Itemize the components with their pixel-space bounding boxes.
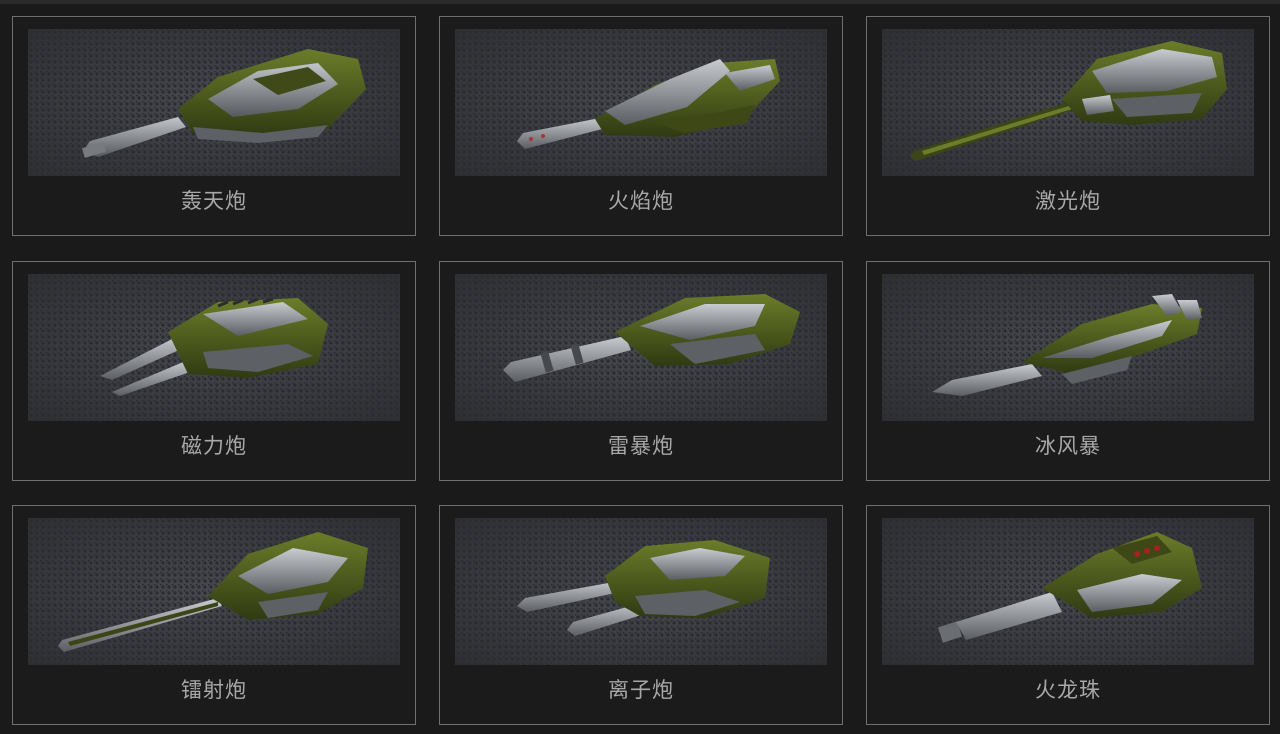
turret-label-1: 轰天炮: [181, 189, 247, 213]
turret-preview-8: [455, 518, 827, 665]
ricochet-turret-icon: [58, 532, 368, 652]
turret-preview-4: [28, 274, 400, 421]
thunder-turret-icon: [82, 49, 366, 158]
turret-label-7: 镭射炮: [181, 678, 247, 702]
railgun-turret-icon: [910, 41, 1227, 161]
turret-card-9[interactable]: 火龙珠: [866, 505, 1270, 725]
turret-label-9: 火龙珠: [1035, 678, 1101, 702]
turret-label-6: 冰风暴: [1035, 434, 1101, 458]
turret-card-2[interactable]: 火焰炮: [439, 16, 843, 236]
turret-card-6[interactable]: 冰风暴: [866, 261, 1270, 481]
turret-preview-9: [882, 518, 1254, 665]
freeze-turret-icon: [932, 294, 1202, 396]
turret-preview-2: [455, 29, 827, 176]
turret-card-4[interactable]: 磁力炮: [12, 261, 416, 481]
turret-preview-3: [882, 29, 1254, 176]
shaft-turret-icon: [938, 532, 1202, 643]
turret-label-8: 离子炮: [608, 678, 674, 702]
firebird-turret-icon: [517, 59, 780, 149]
turret-label-4: 磁力炮: [181, 434, 247, 458]
turret-preview-1: [28, 29, 400, 176]
turret-card-8[interactable]: 离子炮: [439, 505, 843, 725]
isida-turret-icon: [100, 297, 328, 396]
turret-card-5[interactable]: 雷暴炮: [439, 261, 843, 481]
turret-label-5: 雷暴炮: [608, 434, 674, 458]
turret-card-1[interactable]: 轰天炮: [12, 16, 416, 236]
turret-preview-6: [882, 274, 1254, 421]
twins-turret-icon: [517, 540, 770, 636]
turret-grid: 轰天炮 火焰炮 激光炮 磁力炮 雷暴炮 冰风暴 镭射炮 离子炮 火龙珠: [0, 0, 1280, 734]
thunder-storm-turret-icon: [503, 294, 800, 382]
turret-preview-7: [28, 518, 400, 665]
turret-preview-5: [455, 274, 827, 421]
turret-card-7[interactable]: 镭射炮: [12, 505, 416, 725]
turret-label-3: 激光炮: [1035, 189, 1101, 213]
turret-label-2: 火焰炮: [608, 189, 674, 213]
turret-card-3[interactable]: 激光炮: [866, 16, 1270, 236]
